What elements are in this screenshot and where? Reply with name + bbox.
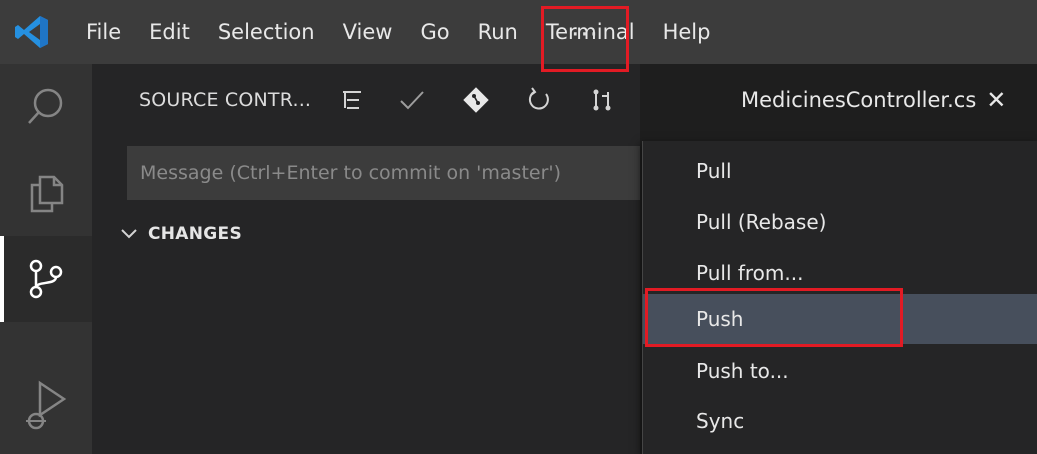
- more-actions-button[interactable]: ···: [541, 6, 629, 72]
- git-icon: [463, 87, 489, 113]
- menu-item-sync[interactable]: Sync: [643, 396, 1037, 446]
- activity-source-control[interactable]: [0, 236, 92, 322]
- refresh-icon: [528, 87, 549, 110]
- source-control-panel: SOURCE CONTR... Message (Ctrl+Enter to c…: [92, 64, 640, 454]
- menu-item-push-to[interactable]: Push to...: [643, 346, 1037, 396]
- activity-search[interactable]: [0, 64, 92, 150]
- pull-request-icon: [593, 89, 611, 111]
- menu-bar: File Edit Selection View Go Run Terminal…: [0, 0, 1037, 64]
- tree-view-button[interactable]: [330, 78, 374, 122]
- activity-run-debug[interactable]: [0, 364, 92, 450]
- sidebar-header: SOURCE CONTR...: [92, 64, 640, 136]
- menu-go[interactable]: Go: [406, 0, 463, 64]
- menu-run[interactable]: Run: [464, 0, 532, 64]
- changes-label: CHANGES: [148, 224, 242, 244]
- menu-selection[interactable]: Selection: [204, 0, 329, 64]
- more-actions-icon: ···: [571, 20, 599, 50]
- commit-message-input[interactable]: [127, 146, 640, 200]
- run-debug-icon: [26, 380, 67, 430]
- more-actions-menu: Pull Pull (Rebase) Pull from... Push Pus…: [642, 141, 1037, 454]
- tree-view-icon: [343, 91, 361, 109]
- pull-request-button[interactable]: [580, 78, 624, 122]
- activity-bar: [0, 64, 92, 454]
- source-control-icon: [29, 259, 63, 299]
- commit-check-icon: [400, 91, 424, 110]
- close-icon[interactable]: ✕: [986, 86, 1006, 114]
- menu-item-push[interactable]: Push: [643, 294, 1037, 344]
- menu-view[interactable]: View: [329, 0, 407, 64]
- open-changes-button[interactable]: [454, 78, 498, 122]
- menu-item-pull[interactable]: Pull: [643, 146, 1037, 196]
- refresh-button[interactable]: [517, 78, 561, 122]
- changes-section-header[interactable]: CHANGES: [120, 214, 242, 254]
- sidebar-title: SOURCE CONTR...: [139, 89, 312, 111]
- menu-help[interactable]: Help: [649, 0, 725, 64]
- menu-item-pull-from[interactable]: Pull from...: [643, 248, 1037, 298]
- search-icon: [28, 88, 63, 124]
- explorer-icon: [30, 175, 64, 213]
- commit-button[interactable]: [390, 78, 434, 122]
- tab-label: MedicinesController.cs: [741, 88, 977, 112]
- vscode-logo-icon: [0, 0, 64, 64]
- chevron-down-icon: [121, 229, 137, 239]
- editor-tab[interactable]: MedicinesController.cs ✕: [725, 64, 1037, 136]
- menu-file[interactable]: File: [64, 0, 135, 64]
- menu-item-pull-rebase[interactable]: Pull (Rebase): [643, 197, 1037, 247]
- menu-edit[interactable]: Edit: [135, 0, 204, 64]
- activity-explorer[interactable]: [0, 150, 92, 236]
